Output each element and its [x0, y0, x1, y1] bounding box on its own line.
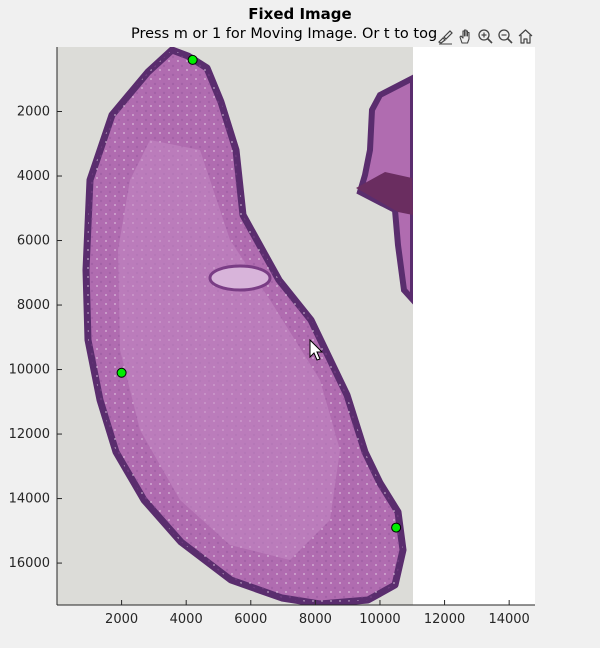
control-point-marker[interactable] — [391, 522, 402, 533]
brush-icon[interactable] — [436, 27, 455, 45]
gland-structure — [208, 264, 272, 292]
y-tick-label: 8000 — [17, 298, 50, 313]
figure-title: Fixed Image — [248, 5, 352, 23]
zoom-out-icon[interactable] — [496, 27, 515, 45]
x-tick-label: 14000 — [488, 612, 529, 627]
y-tick-label: 4000 — [17, 169, 50, 184]
x-tick-label: 10000 — [359, 612, 400, 627]
y-tick-label: 16000 — [9, 556, 50, 571]
histology-image — [57, 47, 413, 605]
figure-subtitle: Press m or 1 for Moving Image. Or t to t… — [131, 26, 437, 42]
control-point-marker[interactable] — [187, 54, 198, 65]
plot-area: 2000 4000 6000 8000 10000 12000 14000 2000 4000… — [9, 47, 535, 627]
control-point-marker[interactable] — [116, 367, 127, 378]
y-tick-label: 6000 — [17, 234, 50, 249]
zoom-in-icon[interactable] — [476, 27, 495, 45]
x-tick-label: 8000 — [299, 612, 332, 627]
y-axis-ticks: 2000 4000 6000 8000 10000 12000 14000 16000 — [9, 105, 62, 571]
x-tick-label: 12000 — [424, 612, 465, 627]
y-tick-label: 2000 — [17, 105, 50, 120]
x-tick-label: 2000 — [105, 612, 138, 627]
x-tick-label: 4000 — [170, 612, 203, 627]
pan-icon[interactable] — [456, 27, 475, 45]
axes-toolbar — [436, 27, 535, 45]
y-tick-label: 12000 — [9, 427, 50, 442]
x-tick-label: 6000 — [234, 612, 267, 627]
home-icon[interactable] — [516, 27, 535, 45]
y-tick-label: 10000 — [9, 363, 50, 378]
y-tick-label: 14000 — [9, 492, 50, 507]
